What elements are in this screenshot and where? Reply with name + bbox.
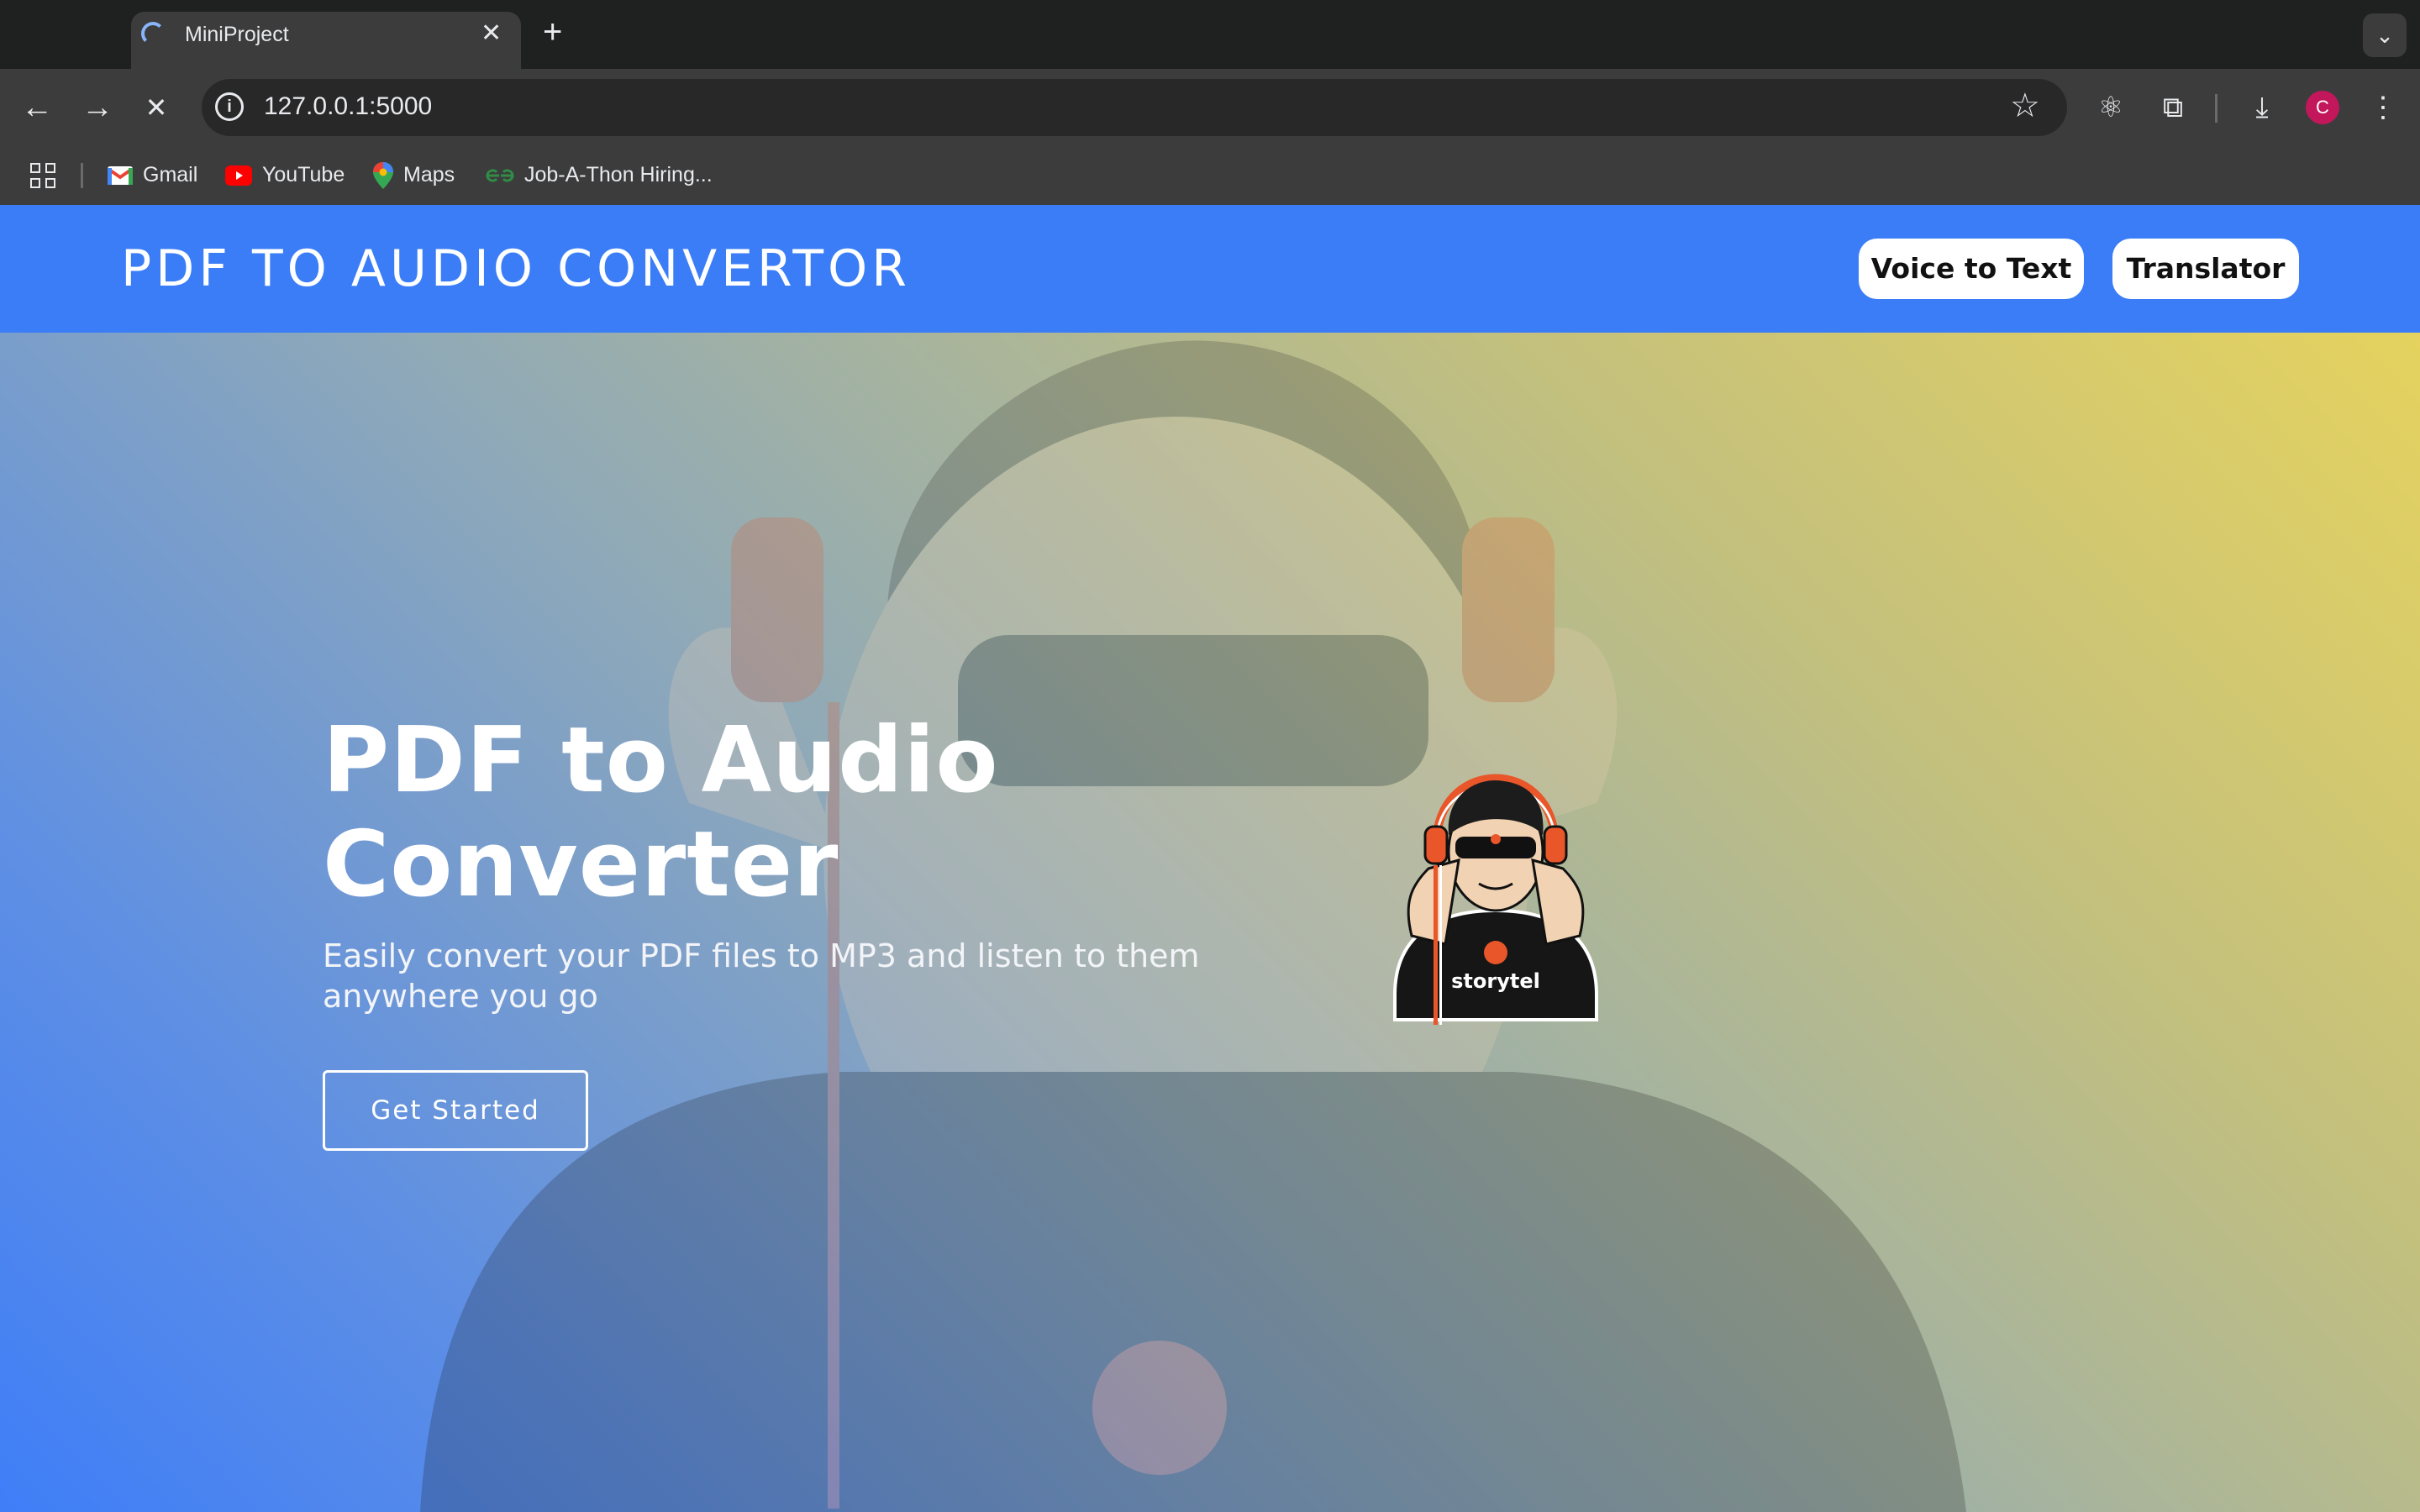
back-button[interactable]: ← [17,87,57,128]
mascot-image: storytel [1393,774,1598,1025]
download-icon[interactable]: ⤓ [2242,87,2282,128]
bookmark-star-icon[interactable]: ☆ [2010,86,2040,126]
site-info-icon[interactable]: i [215,92,244,121]
background-illustration [420,340,1966,1512]
page-viewport: PDF TO AUDIO CONVERTOR Voice to Text Tra… [0,205,2420,1512]
loading-spinner-icon [141,22,165,45]
profile-avatar[interactable]: C [2306,91,2339,124]
site-title[interactable]: PDF TO AUDIO CONVERTOR [121,239,911,299]
address-bar[interactable] [202,79,2067,136]
bookmark-label: Gmail [143,163,198,186]
react-devtools-icon[interactable]: ⚛ [2091,87,2131,128]
bookmark-job-a-thon[interactable]: Job-A-Thon Hiring... [486,158,713,192]
mascot-brand-text: storytel [1451,969,1540,993]
bookmarks-divider [81,163,83,188]
toolbar-divider [2215,94,2217,123]
new-tab-button[interactable]: + [543,13,562,50]
bookmark-youtube[interactable]: YouTube [225,158,345,192]
browser-menu-icon[interactable]: ⋮ [2363,87,2403,128]
gmail-icon [108,166,133,186]
bookmark-maps[interactable]: Maps [373,158,455,192]
bookmark-label: YouTube [262,163,345,186]
tab-title: MiniProject [185,23,289,46]
bookmark-gmail[interactable]: Gmail [108,158,197,192]
youtube-icon [225,165,252,186]
tab-close-icon[interactable]: ✕ [481,18,502,49]
stop-loading-button[interactable]: ✕ [136,87,176,128]
url-text[interactable]: 127.0.0.1:5000 [264,91,432,123]
bookmark-label: Maps [403,163,455,186]
extensions-icon[interactable]: ⧉ [2153,87,2193,128]
translator-button[interactable]: Translator [2112,239,2299,299]
apps-grid-icon[interactable] [30,163,55,188]
get-started-button[interactable]: Get Started [323,1070,588,1151]
tab-search-button[interactable]: ⌄ [2363,13,2407,57]
maps-icon [373,162,393,190]
bookmark-label: Job-A-Thon Hiring... [524,163,713,186]
gfg-icon [486,169,514,182]
hero-title: PDF to Audio Converter [323,708,999,917]
forward-button[interactable]: → [77,87,118,128]
voice-to-text-button[interactable]: Voice to Text [1859,239,2084,299]
hero-subtitle: Easily convert your PDF files to MP3 and… [323,937,1200,1015]
